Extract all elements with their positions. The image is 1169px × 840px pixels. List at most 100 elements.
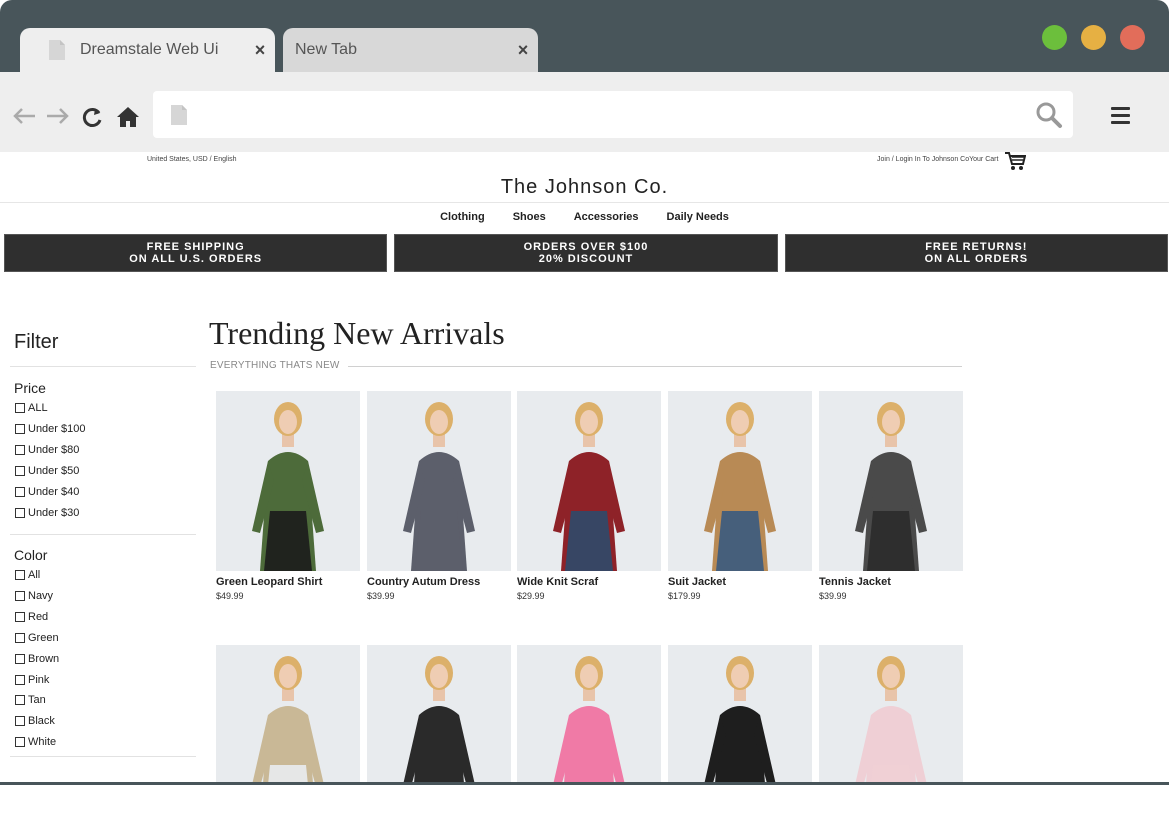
nav-shoes[interactable]: Shoes <box>499 211 560 223</box>
checkbox[interactable] <box>15 570 25 580</box>
address-bar[interactable] <box>153 91 1073 138</box>
product-card[interactable]: Green Leopard Shirt $49.99 <box>216 391 360 601</box>
locale-selector[interactable]: United States, USD / English <box>147 156 237 163</box>
product-card[interactable]: Tennis Jacket $39.99 <box>819 391 963 601</box>
checkbox[interactable] <box>15 465 25 476</box>
nav-daily-needs[interactable]: Daily Needs <box>653 211 743 223</box>
filter-option-label: White <box>28 736 57 749</box>
window-dot-red[interactable] <box>1120 25 1145 50</box>
filter-divider <box>10 534 196 535</box>
checkbox[interactable] <box>15 611 25 622</box>
checkbox[interactable] <box>15 403 25 413</box>
checkbox[interactable] <box>15 632 25 643</box>
filter-option-label: Under $40 <box>28 485 80 498</box>
back-arrow-icon[interactable] <box>12 107 36 125</box>
nav-clothing[interactable]: Clothing <box>426 211 499 223</box>
product-card[interactable] <box>668 645 812 782</box>
promo-line1: FREE SHIPPING <box>146 241 245 253</box>
filter-option-label: All <box>28 569 41 581</box>
filter-option-label: Under $50 <box>28 464 80 477</box>
filter-divider <box>10 366 196 367</box>
promo-banners: FREE SHIPPING ON ALL U.S. ORDERS ORDERS … <box>4 234 1168 272</box>
filter-option-label: Under $30 <box>28 506 80 519</box>
filter-divider <box>10 756 196 757</box>
account-link[interactable]: Join / Login In To Johnson CoYour Cart <box>877 156 998 163</box>
document-icon <box>49 40 65 60</box>
product-card[interactable]: Suit Jacket $179.99 <box>668 391 812 601</box>
reload-icon[interactable] <box>81 106 103 128</box>
filter-option-price-under-80[interactable]: Under $80 <box>15 444 79 456</box>
checkbox[interactable] <box>15 716 25 727</box>
product-price: $179.99 <box>668 591 701 601</box>
brand-title[interactable]: The Johnson Co. <box>0 176 1169 199</box>
filter-option-label: Pink <box>28 673 50 686</box>
close-tab-icon[interactable]: × <box>245 40 275 61</box>
filter-option-price-under-30[interactable]: Under $30 <box>15 507 79 519</box>
product-price: $39.99 <box>819 591 847 601</box>
checkbox[interactable] <box>15 737 25 748</box>
filter-option-color-green[interactable]: Green <box>15 632 59 644</box>
window-dot-green[interactable] <box>1042 25 1067 50</box>
checkbox[interactable] <box>15 486 25 497</box>
checkbox[interactable] <box>15 674 25 685</box>
home-icon[interactable] <box>116 106 140 128</box>
checkbox[interactable] <box>15 695 25 706</box>
product-image[interactable] <box>819 645 963 782</box>
product-card[interactable] <box>367 645 511 782</box>
window-dot-yellow[interactable] <box>1081 25 1106 50</box>
tab-new-tab[interactable]: New Tab × <box>283 28 538 72</box>
cart-icon[interactable] <box>1004 152 1026 171</box>
checkbox[interactable] <box>15 507 25 518</box>
filter-option-color-navy[interactable]: Navy <box>15 590 53 602</box>
product-image[interactable] <box>517 645 661 782</box>
filter-option-color-black[interactable]: Black <box>15 715 55 727</box>
product-image[interactable] <box>216 391 360 571</box>
product-card[interactable] <box>216 645 360 782</box>
product-image[interactable] <box>517 391 661 571</box>
filter-option-label: Under $100 <box>28 422 86 435</box>
price-filter-title: Price <box>14 380 46 396</box>
filter-option-color-white[interactable]: White <box>15 736 56 748</box>
product-name[interactable]: Suit Jacket <box>668 576 812 588</box>
tab-dreamstale[interactable]: Dreamstale Web Ui × <box>20 28 275 72</box>
product-image[interactable] <box>367 391 511 571</box>
filter-option-color-pink[interactable]: Pink <box>15 674 49 686</box>
checkbox[interactable] <box>15 590 25 601</box>
filter-option-price-under-50[interactable]: Under $50 <box>15 465 79 477</box>
product-name[interactable]: Tennis Jacket <box>819 576 963 588</box>
filter-option-price-under-40[interactable]: Under $40 <box>15 486 79 498</box>
promo-free-shipping[interactable]: FREE SHIPPING ON ALL U.S. ORDERS <box>4 234 388 272</box>
nav-accessories[interactable]: Accessories <box>560 211 653 223</box>
product-name[interactable]: Green Leopard Shirt <box>216 576 360 588</box>
product-name[interactable]: Wide Knit Scraf <box>517 576 661 588</box>
product-card[interactable] <box>517 645 661 782</box>
checkbox[interactable] <box>15 444 25 455</box>
filter-option-color-brown[interactable]: Brown <box>15 653 59 665</box>
product-image[interactable] <box>367 645 511 782</box>
forward-arrow-icon[interactable] <box>46 107 70 125</box>
filter-option-color-all[interactable]: All <box>15 569 40 581</box>
filter-option-price-under-100[interactable]: Under $100 <box>15 423 86 435</box>
promo-free-returns[interactable]: FREE RETURNS! ON ALL ORDERS <box>784 234 1168 272</box>
product-price: $49.99 <box>216 591 244 601</box>
product-card[interactable] <box>819 645 963 782</box>
product-image[interactable] <box>216 645 360 782</box>
filter-option-price-all[interactable]: ALL <box>15 402 48 414</box>
filter-option-color-red[interactable]: Red <box>15 611 48 623</box>
promo-discount[interactable]: ORDERS OVER $100 20% DISCOUNT <box>394 234 778 272</box>
product-card[interactable]: Wide Knit Scraf $29.99 <box>517 391 661 601</box>
search-icon[interactable] <box>1035 101 1063 129</box>
page-title: Trending New Arrivals <box>209 315 505 351</box>
product-image[interactable] <box>819 391 963 571</box>
product-name[interactable]: Country Autum Dress <box>367 576 511 588</box>
product-image[interactable] <box>668 391 812 571</box>
close-tab-icon[interactable]: × <box>508 40 538 61</box>
checkbox[interactable] <box>15 423 25 434</box>
filter-option-color-tan[interactable]: Tan <box>15 694 46 706</box>
product-card[interactable]: Country Autum Dress $39.99 <box>367 391 511 601</box>
product-image[interactable] <box>668 645 812 782</box>
promo-line2: ON ALL U.S. ORDERS <box>129 253 263 265</box>
promo-line1: ORDERS OVER $100 <box>523 241 649 253</box>
hamburger-menu-icon[interactable] <box>1111 107 1130 125</box>
checkbox[interactable] <box>15 653 25 664</box>
